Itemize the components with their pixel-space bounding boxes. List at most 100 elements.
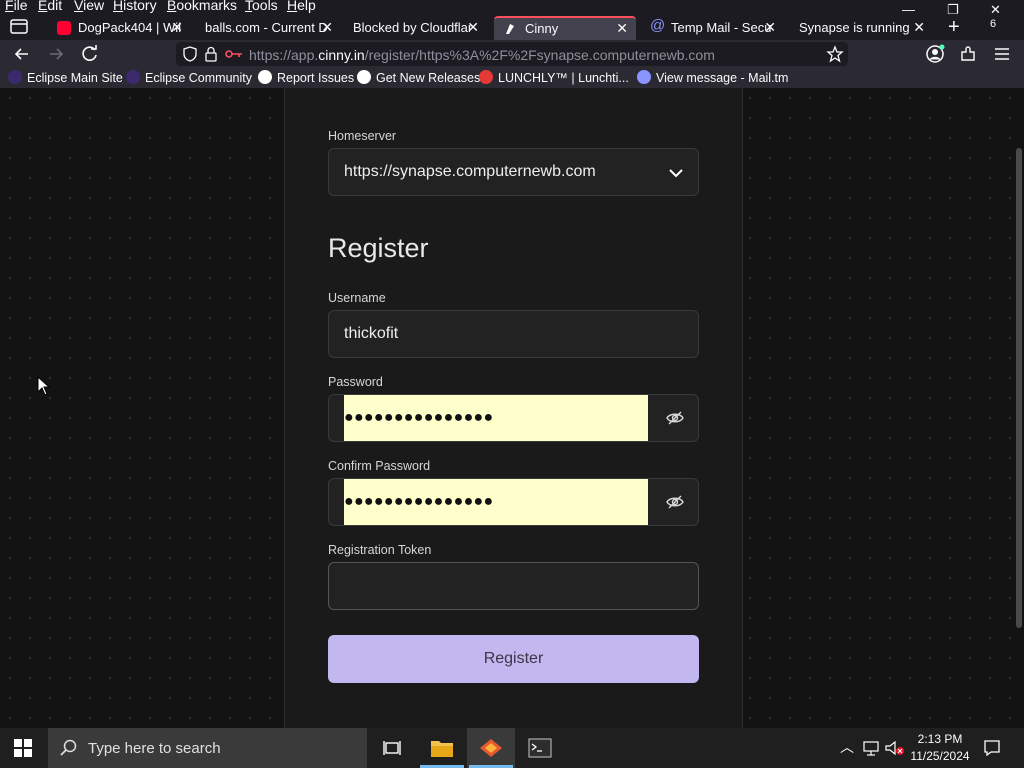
tab-cloudflare[interactable]: Blocked by Cloudflar ✕ [353,16,481,40]
homeserver-select[interactable]: https://synapse.computernewb.com [328,148,699,196]
close-tab-icon[interactable]: ✕ [913,19,925,36]
file-explorer-button[interactable] [418,728,466,768]
menu-file[interactable]: File [5,0,28,13]
close-tab-icon[interactable]: ✕ [467,19,479,36]
new-tab-button[interactable]: + [948,16,960,39]
bookmarks-toolbar: Eclipse Main Site Eclipse Community Repo… [0,68,1024,88]
bookmark-eclipse-community[interactable]: Eclipse Community [126,70,252,85]
confirm-password-field[interactable]: ●●●●●●●●●●●●●●● [328,478,699,526]
url-prefix: https://app. [249,47,319,63]
task-view-icon [383,741,401,755]
taskbar-search-box[interactable]: Type here to search [48,728,367,768]
url-path: /register/https%3A%2F%2Fsynapse.computer… [364,47,715,63]
tab-dogpack[interactable]: DogPack404 | Wil ✕ [57,16,185,40]
tab-tempmail[interactable]: @ Temp Mail - Secu ✕ [650,16,778,40]
address-bar[interactable]: https://app.cinny.in/register/https%3A%2… [176,42,848,66]
page-title: Register [328,233,429,263]
hamburger-menu-icon[interactable] [992,44,1012,64]
github-icon [357,70,371,84]
page-scrollbar[interactable] [1016,148,1022,628]
close-tab-icon[interactable]: ✕ [321,19,333,36]
eye-off-icon[interactable] [666,493,684,511]
homeserver-label: Homeserver [328,129,397,143]
tab-synapse[interactable]: Synapse is running ✕ [799,16,927,40]
menu-tools[interactable]: Tools [245,0,278,13]
username-label: Username [328,291,386,305]
bookmark-label: Get New Releases [376,71,481,85]
back-arrow-icon[interactable] [12,44,32,64]
at-icon [637,70,651,84]
close-tab-icon[interactable]: ✕ [764,19,776,36]
reload-icon[interactable] [80,44,100,64]
menu-help[interactable]: Help [287,0,316,13]
clock-time: 2:13 PM [917,732,963,746]
tab-count-badge: 6 [990,18,997,30]
bookmark-star-icon[interactable] [826,45,844,63]
bookmark-lunchly[interactable]: LUNCHLY™ | Lunchti... [479,70,629,85]
username-value: thickofit [344,325,399,342]
registration-token-label: Registration Token [328,543,432,557]
taskbar: Type here to search ︿ 2:13 PM 11/25/2024 [0,728,1024,768]
tab-title: DogPack404 | Wil [78,20,182,35]
tab-title: Blocked by Cloudflar [353,20,473,35]
password-autofill: ●●●●●●●●●●●●●●● [344,395,648,441]
extensions-icon[interactable] [958,44,978,64]
tab-balls[interactable]: balls.com - Current D ✕ [205,16,335,40]
bookmark-report-issues[interactable]: Report Issues [258,70,354,85]
bookmark-get-new-releases[interactable]: Get New Releases [357,70,480,85]
terminal-icon [528,738,552,758]
password-label: Password [328,375,383,389]
tab-cinny[interactable]: Cinny ✕ [494,16,636,40]
folder-icon [431,741,453,757]
forward-arrow-icon[interactable] [46,44,66,64]
bookmark-eclipse-main[interactable]: Eclipse Main Site [8,70,123,85]
github-icon [258,70,272,84]
eclipse-icon [126,70,140,84]
menu-view[interactable]: View [74,0,104,13]
tab-list-icon[interactable] [10,18,28,34]
lock-icon[interactable] [204,46,218,62]
bookmark-mail-tm[interactable]: View message - Mail.tm [637,70,788,85]
close-tab-icon[interactable]: ✕ [616,20,628,37]
system-clock[interactable]: 2:13 PM 11/25/2024 [904,731,976,765]
username-field[interactable]: thickofit [328,310,699,358]
bookmark-label: Report Issues [277,71,355,85]
eclipse-icon [8,70,22,84]
menu-bar: File Edit View History Bookmarks Tools H… [0,0,1024,17]
shield-icon[interactable] [182,46,198,62]
search-icon [60,739,77,756]
register-button[interactable]: Register [328,635,699,683]
register-card: Homeserver https://synapse.computernewb.… [284,88,743,728]
key-icon[interactable] [225,48,243,60]
volume-muted-icon[interactable] [885,740,905,756]
tab-bar: DogPack404 | Wil ✕ balls.com - Current D… [0,14,1024,40]
registration-token-field[interactable] [328,562,699,610]
firefox-taskbar-button[interactable] [467,728,515,768]
terminal-taskbar-button[interactable] [516,728,564,768]
windows-start-icon[interactable] [14,739,32,757]
tab-title: Synapse is running [799,20,910,35]
chevron-down-icon [669,169,683,178]
navigation-bar: https://app.cinny.in/register/https%3A%2… [0,40,1024,68]
close-tab-icon[interactable]: ✕ [171,19,183,36]
notification-icon[interactable] [983,739,1001,757]
chevron-up-icon[interactable]: ︿ [840,737,854,757]
password-field[interactable]: ●●●●●●●●●●●●●●● [328,394,699,442]
menu-bookmarks[interactable]: Bookmarks [167,0,237,13]
task-view-button[interactable] [368,728,416,768]
search-placeholder: Type here to search [88,740,221,757]
clock-date: 11/25/2024 [910,749,970,763]
confirm-password-label: Confirm Password [328,459,431,473]
menu-edit[interactable]: Edit [38,0,62,13]
tab-title: balls.com - Current D [205,20,328,35]
bookmark-label: Eclipse Main Site [27,71,123,85]
homeserver-value: https://synapse.computernewb.com [344,163,596,180]
bookmark-label: Eclipse Community [145,71,252,85]
menu-history[interactable]: History [113,0,157,13]
bookmark-label: LUNCHLY™ | Lunchti... [498,71,629,85]
password-mask: ●●●●●●●●●●●●●●● [344,409,494,426]
network-icon[interactable] [862,740,880,756]
account-icon[interactable] [925,44,945,64]
eye-off-icon[interactable] [666,409,684,427]
youtube-icon [57,21,71,35]
